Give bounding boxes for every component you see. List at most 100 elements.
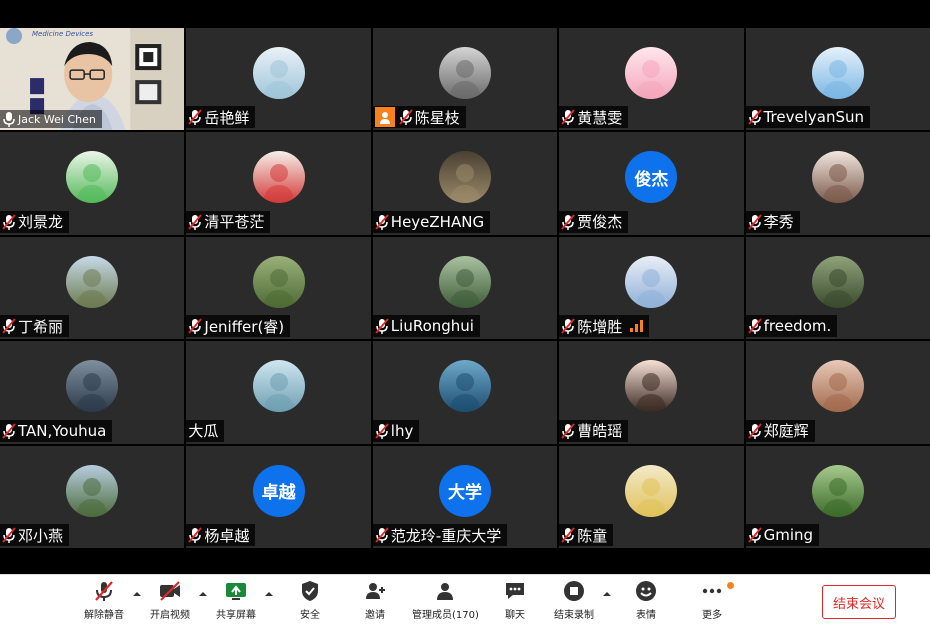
participant-name: 李秀	[763, 213, 794, 232]
participant-tile[interactable]: 清平苍茫	[186, 132, 371, 235]
participant-tile[interactable]: lhy	[372, 341, 558, 444]
security-button[interactable]: 安全	[298, 579, 322, 625]
manage-participants-button[interactable]: 管理成员(170)	[412, 579, 479, 625]
add-user-icon	[366, 583, 385, 599]
participant-tile[interactable]: 大瓜	[186, 341, 371, 444]
participant-name-bar: 陈童	[559, 524, 614, 546]
participant-name: 丁希丽	[18, 317, 64, 336]
end-recording-label: 结束录制	[554, 610, 594, 621]
avatar	[438, 151, 491, 204]
participant-name: 陈童	[577, 526, 608, 545]
speaker-name: Jack Wei Chen	[18, 112, 96, 126]
avatar	[66, 255, 119, 308]
share-screen-icon	[226, 583, 246, 600]
share-screen-button[interactable]: 共享屏幕	[216, 579, 256, 625]
participant-tile[interactable]: HeyeZHANG	[372, 132, 558, 235]
avatar	[252, 255, 305, 308]
participant-name-bar: LiuRonghui	[372, 315, 480, 338]
participants-icon	[437, 583, 454, 600]
participant-tile[interactable]: 岳艳鲜	[186, 28, 371, 131]
participant-name-bar: 郑庭辉	[745, 419, 815, 442]
muted-mic-icon	[561, 318, 575, 335]
end-meeting-button[interactable]: 结束会议	[822, 585, 896, 619]
participant-tile[interactable]: 邓小燕	[0, 445, 185, 548]
participant-tile[interactable]: LiuRonghui	[372, 236, 558, 340]
participant-tile[interactable]: freedom.	[745, 236, 930, 340]
recording-options-caret-icon[interactable]	[602, 589, 612, 599]
participant-name: 邓小燕	[18, 526, 64, 545]
meeting-toolbar: 解除静音 开启视频 共享屏幕 安全 邀请 管理成员(170) 聊天 结束录制 表…	[0, 574, 930, 626]
participant-tile[interactable]: 郑庭辉	[745, 341, 930, 444]
muted-mic-icon	[747, 318, 762, 335]
participant-name-bar: 杨卓越	[186, 524, 256, 546]
unmute-button[interactable]: 解除静音	[84, 579, 124, 625]
end-recording-button[interactable]: 结束录制	[554, 579, 594, 625]
more-label: 更多	[702, 610, 722, 621]
notification-dot	[727, 582, 734, 589]
speaker-tile[interactable]: Medicine Devices Jack Wei Chen	[0, 28, 185, 131]
participant-tile[interactable]: 丁希丽	[0, 236, 185, 340]
participant-tile[interactable]: 陈星枝	[372, 28, 558, 131]
participant-name-bar: 陈增胜	[559, 315, 650, 338]
participant-name: 刘景龙	[18, 213, 64, 232]
meeting-window: Medicine Devices Jack Wei Chen 岳艳鲜 陈星枝 黄慧雯…	[0, 0, 930, 626]
avatar	[625, 47, 678, 100]
participant-tile[interactable]: 陈童	[559, 445, 744, 548]
avatar	[811, 151, 864, 204]
participant-tile[interactable]: Gming	[745, 445, 930, 548]
network-signal-icon	[630, 320, 644, 333]
initials-avatar: 大学	[438, 464, 491, 517]
participant-name-bar: TAN,Youhua	[0, 419, 113, 442]
muted-mic-icon	[188, 214, 203, 230]
participant-tile[interactable]: 刘景龙	[0, 132, 185, 235]
participant-tile[interactable]: 黄慧雯	[559, 28, 744, 131]
reactions-button[interactable]: 表情	[634, 579, 658, 625]
avatar	[811, 360, 864, 413]
participant-name: TrevelyanSun	[763, 108, 865, 127]
participant-name: Jeniffer(睿)	[204, 317, 285, 336]
share-screen-label: 共享屏幕	[216, 610, 256, 621]
more-dots-icon	[702, 588, 722, 594]
video-options-caret-icon[interactable]	[198, 589, 208, 599]
participant-name-bar: freedom.	[745, 315, 838, 338]
avatar	[625, 360, 678, 413]
participant-tile[interactable]: 曹皓瑶	[559, 341, 744, 444]
chat-bubble-icon	[506, 583, 524, 599]
muted-mic-icon	[188, 318, 203, 335]
participant-name: 杨卓越	[204, 526, 250, 545]
participant-name-bar: 陈星枝	[372, 106, 466, 129]
participant-name-bar: 邓小燕	[0, 524, 70, 546]
participant-tile[interactable]: Jeniffer(睿)	[186, 236, 371, 340]
muted-mic-icon	[561, 527, 575, 543]
muted-mic-icon	[188, 527, 203, 543]
start-video-button[interactable]: 开启视频	[150, 579, 190, 625]
participant-tile[interactable]: TrevelyanSun	[745, 28, 930, 131]
muted-mic-icon	[375, 214, 389, 230]
participant-name-bar: Gming	[745, 524, 820, 546]
participant-name-bar: 清平苍茫	[186, 210, 271, 233]
avatar	[66, 151, 119, 204]
chat-label: 聊天	[505, 610, 525, 621]
participant-name-bar: lhy	[372, 419, 420, 442]
avatar	[811, 255, 864, 308]
muted-mic-icon	[2, 318, 16, 335]
participant-tile[interactable]: 李秀	[745, 132, 930, 235]
participant-tile[interactable]: 卓越 杨卓越	[186, 445, 371, 548]
participant-name-bar: 曹皓瑶	[559, 419, 629, 442]
more-button[interactable]: 更多	[700, 579, 724, 625]
participant-tile[interactable]: 俊杰 贾俊杰	[559, 132, 744, 235]
participant-tile[interactable]: 大学范龙玲-重庆大学	[372, 445, 558, 548]
chat-button[interactable]: 聊天	[503, 579, 527, 625]
participant-name: lhy	[390, 421, 414, 440]
shield-icon	[302, 581, 318, 601]
participant-name: 陈星枝	[414, 108, 460, 127]
participant-name: 范龙玲-重庆大学	[390, 526, 502, 545]
participant-tile[interactable]: 陈增胜	[559, 236, 744, 340]
participant-name: 黄慧雯	[577, 108, 623, 127]
participant-tile[interactable]: TAN,Youhua	[0, 341, 185, 444]
participant-name: TAN,Youhua	[18, 421, 107, 440]
share-options-caret-icon[interactable]	[264, 589, 274, 599]
stop-recording-icon	[564, 581, 584, 601]
invite-button[interactable]: 邀请	[363, 579, 387, 625]
audio-options-caret-icon[interactable]	[132, 589, 142, 599]
